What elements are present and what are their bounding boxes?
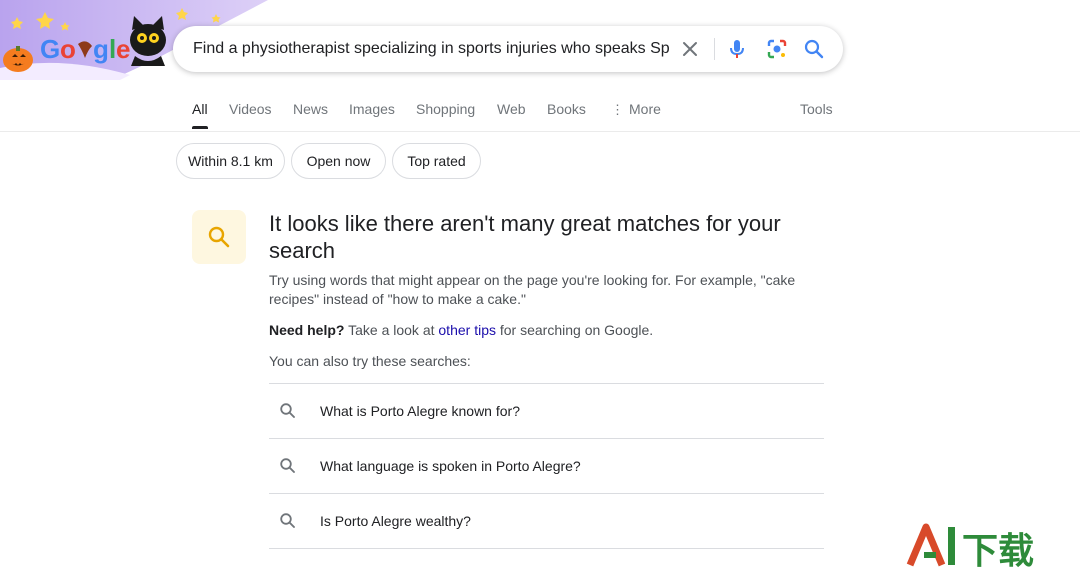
no-results-icon-tile <box>192 210 246 264</box>
tools-button[interactable]: Tools <box>800 95 833 129</box>
svg-text:e: e <box>116 34 130 64</box>
help-text-post: for searching on Google. <box>495 322 654 338</box>
search-input[interactable]: Find a physiotherapist specializing in s… <box>193 26 669 72</box>
no-results-tip: Try using words that might appear on the… <box>269 272 796 307</box>
microphone-icon[interactable] <box>725 37 749 61</box>
chip-open-now[interactable]: Open now <box>291 143 386 179</box>
suggestion-item[interactable]: Is Porto Alegre wealthy? <box>269 494 824 549</box>
tab-books[interactable]: Books <box>547 95 586 129</box>
suggestion-item[interactable]: What language is spoken in Porto Alegre? <box>269 439 824 494</box>
also-try-label: You can also try these searches: <box>269 353 471 369</box>
tab-web[interactable]: Web <box>497 95 526 129</box>
clear-icon[interactable] <box>678 37 702 61</box>
tab-all[interactable]: All <box>192 95 208 129</box>
search-divider <box>714 38 715 60</box>
no-results-headline: It looks like there aren't many great ma… <box>269 211 781 263</box>
help-line: Need help? Take a look at other tips for… <box>269 321 829 340</box>
search-icon <box>280 403 295 418</box>
svg-text:g: g <box>93 34 109 64</box>
chip-top-rated[interactable]: Top rated <box>392 143 481 179</box>
tab-images[interactable]: Images <box>349 95 395 129</box>
google-lens-icon[interactable] <box>765 37 789 61</box>
svg-text:G: G <box>40 34 60 64</box>
search-bar[interactable]: Find a physiotherapist specializing in s… <box>173 26 843 72</box>
search-icon[interactable] <box>802 37 826 61</box>
search-tabs: All Videos News Images Shopping Web Book… <box>0 95 1080 132</box>
watermark-logo: 下载 <box>906 521 1056 572</box>
suggestion-item[interactable]: What is Porto Alegre known for? <box>269 384 824 439</box>
tab-more-label: More <box>629 101 661 117</box>
suggested-searches: What is Porto Alegre known for? What lan… <box>269 383 824 549</box>
more-vert-icon: ⋮ <box>611 102 624 117</box>
magnifier-icon <box>208 226 230 248</box>
help-text-pre: Take a look at <box>344 322 439 338</box>
svg-text:下载: 下载 <box>962 531 1034 571</box>
chip-within-distance[interactable]: Within 8.1 km <box>176 143 285 179</box>
other-tips-link[interactable]: other tips <box>438 322 496 338</box>
svg-text:o: o <box>60 34 76 64</box>
tab-news[interactable]: News <box>293 95 328 129</box>
suggestion-text: Is Porto Alegre wealthy? <box>320 513 471 529</box>
tab-more[interactable]: ⋮ More <box>611 95 661 129</box>
search-icon <box>280 513 295 528</box>
search-icon <box>280 458 295 473</box>
suggestion-text: What language is spoken in Porto Alegre? <box>320 458 581 474</box>
tab-videos[interactable]: Videos <box>229 95 272 129</box>
suggestion-text: What is Porto Alegre known for? <box>320 403 520 419</box>
tab-shopping[interactable]: Shopping <box>416 95 475 129</box>
help-label: Need help? <box>269 322 345 338</box>
